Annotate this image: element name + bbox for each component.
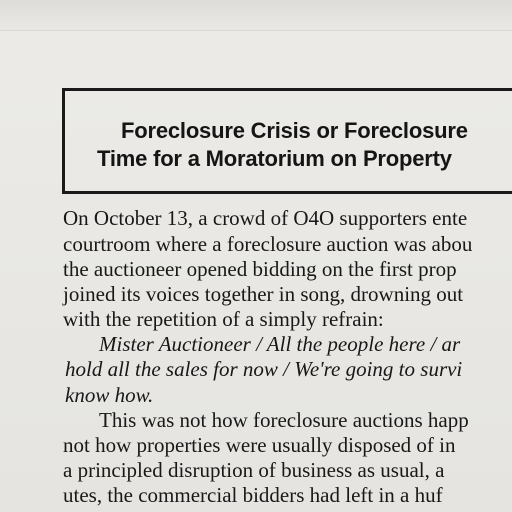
song-line: know how. bbox=[65, 383, 154, 407]
body-line: the auctioneer opened bidding on the fir… bbox=[63, 257, 457, 281]
body-line: courtroom where a foreclosure auction wa… bbox=[63, 232, 473, 256]
body-line: utes, the commercial bidders had left in… bbox=[63, 483, 443, 507]
body-line: a principled disruption of business as u… bbox=[63, 458, 445, 482]
document-page: Foreclosure Crisis or Foreclosure Time f… bbox=[0, 0, 512, 512]
body-line: On October 13, a crowd of O4O supporters… bbox=[63, 206, 468, 230]
body-line: with the repetition of a simply refrain: bbox=[63, 307, 384, 331]
body-line: joined its voices together in song, drow… bbox=[63, 282, 464, 306]
paper-fold bbox=[0, 0, 512, 31]
body-line: not how properties were usually disposed… bbox=[63, 433, 456, 457]
song-line: Mister Auctioneer / All the people here … bbox=[99, 332, 461, 356]
body-line: This was not how foreclosure auctions ha… bbox=[99, 408, 469, 432]
song-line: hold all the sales for now / We're going… bbox=[65, 357, 463, 381]
headline-line-2: Time for a Moratorium on Property bbox=[97, 146, 452, 171]
headline-line-1: Foreclosure Crisis or Foreclosure bbox=[121, 118, 468, 143]
